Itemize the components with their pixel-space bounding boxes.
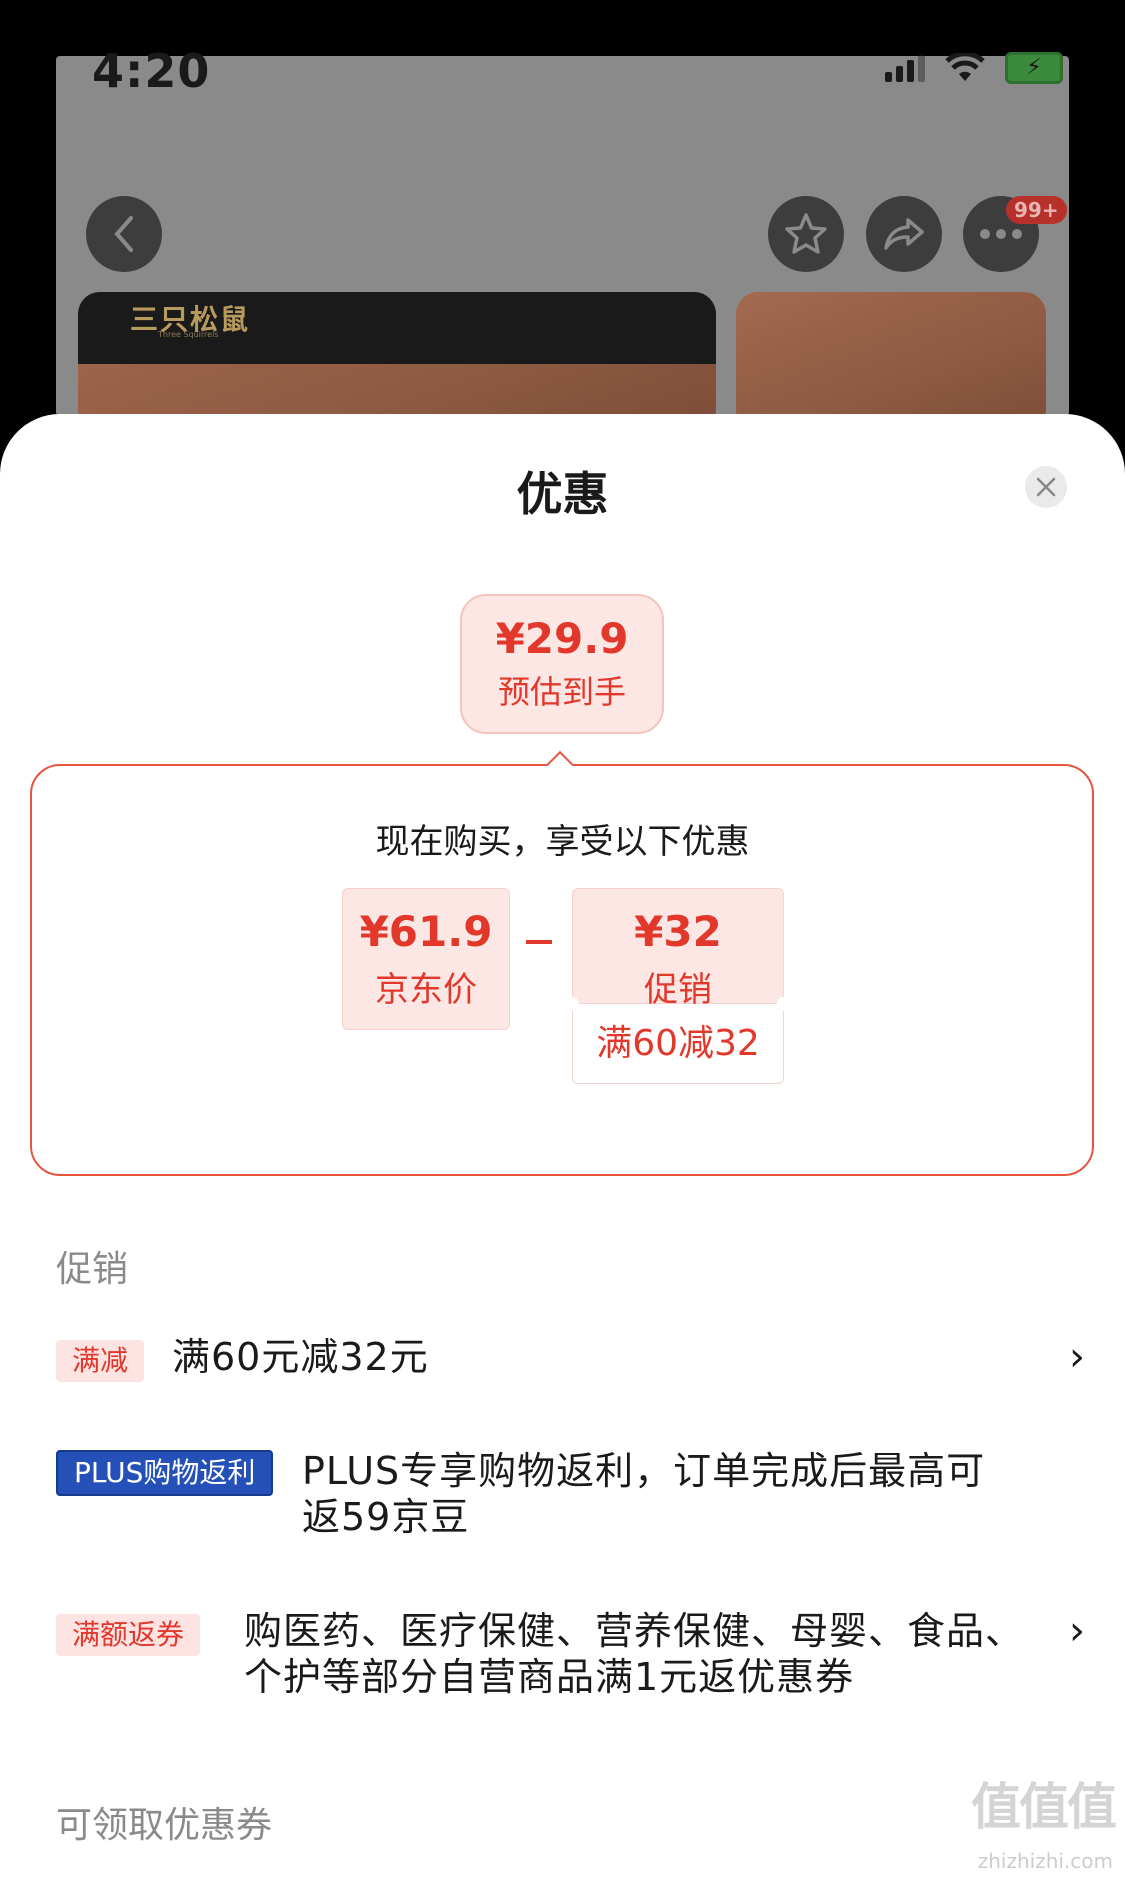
status-icons: ⚡ (885, 52, 1063, 84)
brand-logo-subtitle: Three Squirrels (158, 330, 219, 339)
promotion-tag: 满减 (56, 1340, 145, 1382)
sheet-title: 优惠 (516, 467, 609, 521)
promotion-item-manjian[interactable]: 满减 满60元减32元 › (56, 1334, 1085, 1394)
jd-price-tile: ¥61.9 京东价 (342, 888, 510, 1030)
close-button[interactable] (1025, 466, 1067, 508)
promotion-text-line2: 个护等部分自营商品满1元返优惠券 (244, 1655, 855, 1699)
promotion-text-line1: 购医药、医疗保健、营养保健、母婴、食品、 (244, 1609, 1025, 1653)
favorite-button[interactable] (768, 196, 844, 272)
watermark-url: zhizhizhi.com (977, 1849, 1113, 1873)
signal-icon (885, 54, 925, 82)
minus-sign (526, 940, 552, 944)
estimated-price-card: ¥29.9 预估到手 (460, 594, 664, 734)
promotion-text-line2: 返59京豆 (302, 1495, 470, 1539)
watermark: 值值值 (971, 1778, 1117, 1836)
product-image-secondary[interactable] (736, 292, 1046, 432)
more-icon (980, 229, 1022, 239)
discount-sheet: 优惠 ¥29.9 预估到手 现在购买，享受以下优惠 ¥61.9 京东价 ¥32 … (0, 414, 1125, 1885)
promotion-item-plus-rebate: PLUS购物返利 PLUS专享购物返利，订单完成后最高可 返59京豆 (56, 1448, 1085, 1548)
promotion-text-line1: PLUS专享购物返利，订单完成后最高可 (302, 1449, 986, 1493)
estimated-price-label: 预估到手 (497, 673, 626, 711)
chevron-right-icon[interactable]: › (1069, 1334, 1085, 1380)
promo-price: ¥32 (634, 907, 722, 956)
battery-icon: ⚡ (1005, 52, 1063, 84)
ticket-cut-right (777, 997, 791, 1011)
share-button[interactable] (866, 196, 942, 272)
promo-condition: 满60减32 (572, 1004, 784, 1084)
estimated-price: ¥29.9 (495, 614, 629, 663)
back-icon (114, 216, 133, 252)
promotion-tag: 满额返券 (56, 1614, 201, 1656)
jd-price-label: 京东价 (375, 970, 477, 1010)
promotion-item-coupon-return[interactable]: 满额返券 购医药、医疗保健、营养保健、母婴、食品、 个护等部分自营商品满1元返优… (56, 1608, 1085, 1708)
wifi-icon (945, 53, 985, 81)
promotions-section-title: 促销 (56, 1249, 129, 1290)
plus-rebate-tag: PLUS购物返利 (56, 1450, 274, 1496)
status-time: 4:20 (92, 44, 211, 98)
promo-price-tile: ¥32 促销 (572, 888, 784, 1010)
ticket-cut-left (565, 997, 579, 1011)
favorite-star-icon (785, 213, 827, 254)
deal-heading: 现在购买，享受以下优惠 (375, 822, 750, 862)
back-button[interactable] (86, 196, 162, 272)
share-icon (884, 218, 924, 250)
chevron-right-icon[interactable]: › (1069, 1608, 1085, 1654)
close-icon (1036, 477, 1056, 497)
message-count-badge: 99+ (1006, 196, 1067, 224)
coupons-section-title: 可领取优惠券 (56, 1805, 273, 1846)
jd-price: ¥61.9 (359, 907, 493, 956)
promotion-text: 满60元减32元 (172, 1335, 429, 1379)
